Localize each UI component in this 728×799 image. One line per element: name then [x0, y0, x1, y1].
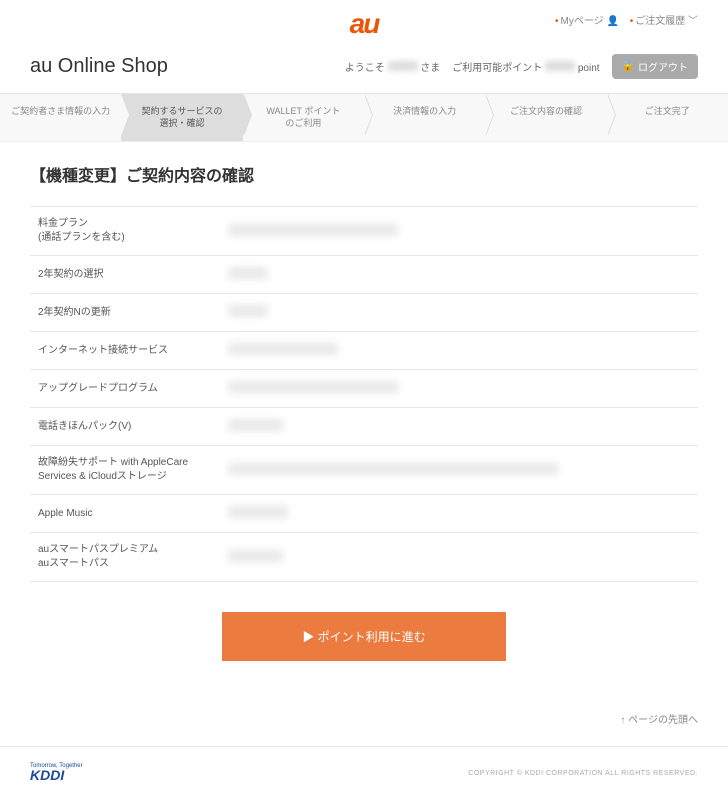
points-blurred: [545, 61, 575, 71]
contract-table: 料金プラン (通話プランを含む)2年契約の選択 2年契約Nの更新インターネット接続…: [30, 206, 698, 582]
row-value: [220, 257, 698, 292]
table-row: 電話きほんパック(V): [30, 408, 698, 446]
step-5: ご注文完了: [607, 94, 728, 141]
step-0: ご契約者さま情報の入力: [0, 94, 121, 141]
lock-icon: 🔓: [622, 61, 634, 72]
table-row: アップグレードプログラム: [30, 370, 698, 408]
blurred-value: [228, 224, 398, 236]
top-links: •Myページ 👤 •ご注文履歴 ﹀: [547, 12, 698, 27]
row-label: 故障紛失サポート with AppleCare Services & iClou…: [30, 446, 220, 494]
my-page-link[interactable]: •Myページ: [555, 16, 604, 27]
row-value: [220, 295, 698, 330]
blurred-value: [228, 550, 283, 562]
row-label: アップグレードプログラム: [30, 372, 220, 406]
table-row: インターネット接続サービス: [30, 332, 698, 370]
step-2: WALLET ポイント のご利用: [243, 94, 364, 141]
table-row: auスマートパスプレミアム auスマートパス: [30, 533, 698, 582]
username-blurred: [388, 61, 418, 71]
row-value: [220, 333, 698, 368]
blurred-value: [228, 343, 338, 355]
back-to-top-link[interactable]: ↑ ページの先頭へ: [620, 715, 698, 726]
row-label: 料金プラン (通話プランを含む): [30, 207, 220, 255]
blurred-value: [228, 419, 283, 431]
logout-button[interactable]: 🔓 ログアウト: [612, 54, 698, 79]
chevron-down-icon: ﹀: [688, 16, 698, 27]
copyright: COPYRIGHT © KDDI CORPORATION ALL RIGHTS …: [468, 770, 698, 777]
step-1: 契約するサービスの 選択・確認: [121, 94, 242, 141]
row-value: [220, 214, 698, 249]
row-value: [220, 371, 698, 406]
page-title: 【機種変更】ご契約内容の確認: [30, 162, 698, 186]
progress-steps: ご契約者さま情報の入力契約するサービスの 選択・確認WALLET ポイント のご…: [0, 94, 728, 142]
blurred-value: [228, 305, 268, 317]
row-value: [220, 453, 698, 488]
row-label: インターネット接続サービス: [30, 334, 220, 368]
row-label: 2年契約Nの更新: [30, 296, 220, 330]
user-area: ようこそ さま ご利用可能ポイント point 🔓 ログアウト: [345, 54, 698, 79]
row-label: 電話きほんパック(V): [30, 410, 220, 444]
table-row: 2年契約Nの更新: [30, 294, 698, 332]
au-logo: au: [350, 8, 379, 40]
blurred-value: [228, 381, 398, 393]
proceed-button[interactable]: ▶ ポイント利用に進む: [222, 612, 505, 661]
shop-title: au Online Shop: [30, 55, 168, 78]
user-icon: 👤: [606, 16, 618, 27]
table-row: 料金プラン (通話プランを含む): [30, 207, 698, 256]
table-row: Apple Music: [30, 495, 698, 533]
kddi-logo: KDDI: [30, 767, 83, 783]
step-4: ご注文内容の確認: [485, 94, 606, 141]
row-label: Apple Music: [30, 497, 220, 531]
row-value: [220, 409, 698, 444]
footer: Tomorrow, Together KDDI COPYRIGHT © KDDI…: [0, 746, 728, 799]
order-history-link[interactable]: •ご注文履歴: [630, 16, 686, 27]
row-label: 2年契約の選択: [30, 258, 220, 292]
blurred-value: [228, 506, 288, 518]
table-row: 2年契約の選択: [30, 256, 698, 294]
row-label: auスマートパスプレミアム auスマートパス: [30, 533, 220, 581]
table-row: 故障紛失サポート with AppleCare Services & iClou…: [30, 446, 698, 495]
step-3: 決済情報の入力: [364, 94, 485, 141]
row-value: [220, 496, 698, 531]
blurred-value: [228, 267, 268, 279]
blurred-value: [228, 463, 558, 475]
row-value: [220, 540, 698, 575]
